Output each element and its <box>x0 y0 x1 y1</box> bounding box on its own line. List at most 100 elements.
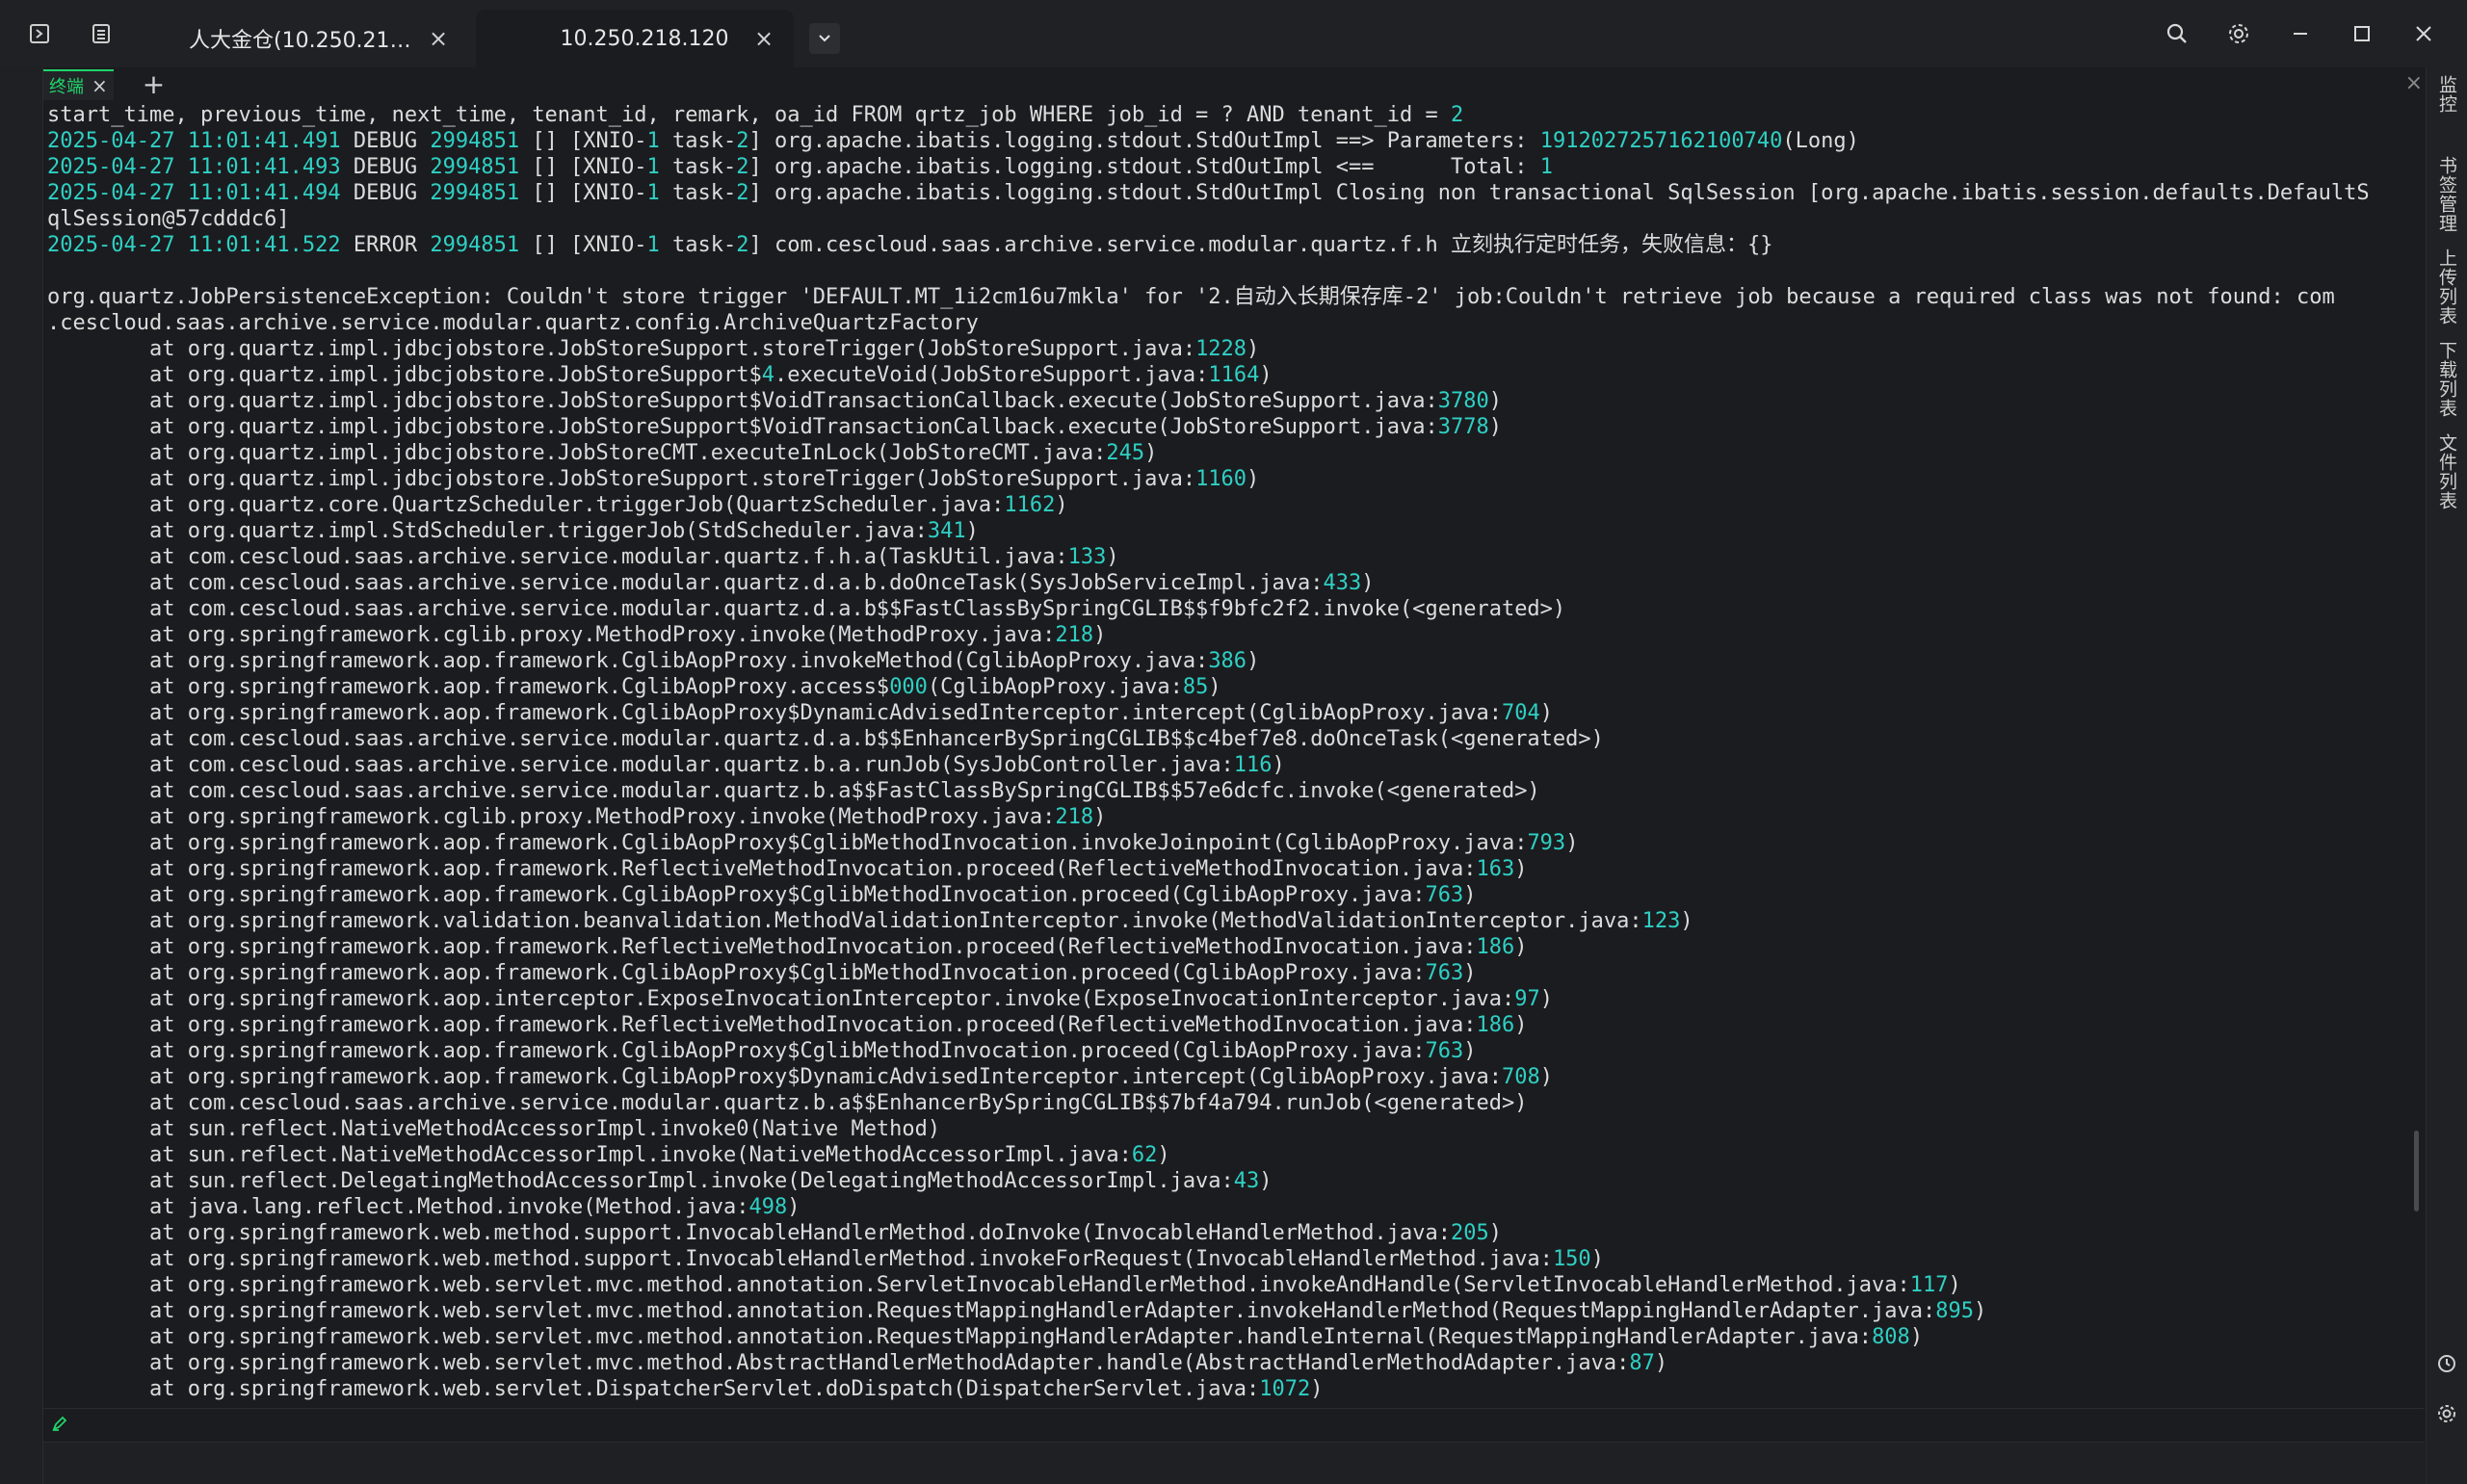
terminal-line: at org.springframework.aop.framework.Cgl… <box>43 1064 2423 1090</box>
close-icon[interactable] <box>2409 19 2438 48</box>
chevron-down-icon[interactable] <box>809 23 840 54</box>
terminal-text-segment: 87 <box>1629 1351 1655 1375</box>
tab-terminal[interactable]: 终端 × <box>43 69 114 100</box>
terminal-text-segment: 43 <box>1233 1169 1260 1193</box>
terminal-text-segment: at org.springframework.aop.interceptor.E… <box>47 987 1515 1011</box>
terminal-text-segment: ) <box>1654 1351 1668 1375</box>
terminal-text-segment: DEBUG <box>340 155 431 179</box>
search-icon[interactable] <box>2163 19 2191 48</box>
terminal-text-segment: .cescloud.saas.archive.service.modular.q… <box>47 311 979 335</box>
title-bar: 人大金仓(10.250.218.2... × 10.250.218.120 × <box>0 0 2467 67</box>
terminal-line: at org.springframework.aop.framework.Ref… <box>43 856 2423 882</box>
terminal-text-segment: 163 <box>1476 857 1515 881</box>
terminal-text-segment: at org.springframework.cglib.proxy.Metho… <box>47 805 1056 829</box>
terminal-text-segment: 2 <box>736 155 749 179</box>
terminal-line: at org.quartz.impl.jdbcjobstore.JobStore… <box>43 336 2423 362</box>
terminal-text-segment: at com.cescloud.saas.archive.service.mod… <box>47 779 1540 803</box>
terminal-text-segment: 1 <box>646 129 660 153</box>
terminal-text-segment: 763 <box>1425 961 1464 985</box>
terminal-text-segment: 2 <box>736 181 749 205</box>
terminal-text-segment: at org.quartz.impl.jdbcjobstore.JobStore… <box>47 415 1438 439</box>
terminal-line: qlSession@57cdddc6] <box>43 206 2423 232</box>
terminal-text-segment: at org.quartz.impl.jdbcjobstore.JobStore… <box>47 337 1196 361</box>
terminal-text-segment: ) <box>1909 1325 1924 1349</box>
terminal-line: at org.springframework.web.servlet.mvc.m… <box>43 1324 2423 1350</box>
tab-upload-list[interactable]: 上传列表 <box>2434 248 2460 325</box>
terminal-text-segment: 218 <box>1055 623 1094 647</box>
terminal-text-segment: ) <box>1208 675 1221 699</box>
terminal-text-segment: [] [XNIO- <box>519 155 647 179</box>
terminal-text-segment: ) <box>1247 467 1260 491</box>
terminal-line: at sun.reflect.NativeMethodAccessorImpl.… <box>43 1116 2423 1142</box>
terminal-text-segment: 1160 <box>1195 467 1247 491</box>
terminal-text-segment: 133 <box>1067 545 1107 569</box>
terminal-text-segment: task- <box>659 233 737 257</box>
terminal-text-segment: at org.springframework.aop.framework.Cgl… <box>47 675 890 699</box>
terminal-text-segment: at sun.reflect.DelegatingMethodAccessorI… <box>47 1169 1234 1193</box>
terminal-text-segment: at com.cescloud.saas.archive.service.mod… <box>47 571 1324 595</box>
tab-active-session[interactable]: 10.250.218.120 × <box>476 10 794 67</box>
terminal-line: at org.quartz.impl.jdbcjobstore.JobStore… <box>43 362 2423 388</box>
tab-kingbase-session[interactable]: 人大金仓(10.250.218.2... × <box>150 10 468 67</box>
terminal-text-segment: ) <box>1463 1039 1477 1063</box>
terminal-text-segment: (CglibAopProxy.java: <box>927 675 1183 699</box>
terminal-text-segment: at org.springframework.aop.framework.Cgl… <box>47 1065 1502 1089</box>
close-icon[interactable]: × <box>753 25 774 52</box>
terminal-text-segment: ) <box>1144 441 1158 465</box>
terminal-text-segment: 386 <box>1208 649 1247 673</box>
terminal-text-segment: 2 <box>736 233 749 257</box>
close-icon[interactable]: × <box>92 74 108 97</box>
terminal-text-segment: org.quartz.JobPersistenceException: Coul… <box>47 285 2335 309</box>
sidebar-toggle-icon[interactable] <box>25 19 54 48</box>
terminal-text-segment: 186 <box>1476 1013 1515 1037</box>
terminal-text-segment: 2025-04-27 11:01:41.491 <box>47 129 341 153</box>
terminal-text-segment: ) <box>1680 909 1693 933</box>
terminal-text-segment: ERROR <box>340 233 431 257</box>
left-rail <box>0 67 43 1484</box>
add-tab-button[interactable]: + <box>143 71 165 98</box>
terminal-text-segment: at org.quartz.impl.jdbcjobstore.JobStore… <box>47 467 1196 491</box>
terminal-text-segment: ) <box>1247 337 1260 361</box>
terminal-text-segment: 2994851 <box>430 233 520 257</box>
terminal-text-segment: 704 <box>1501 701 1540 725</box>
terminal-text-segment: 205 <box>1450 1221 1489 1245</box>
terminal-text-segment: ) <box>1488 1221 1502 1245</box>
terminal-text-segment: at org.springframework.aop.framework.Cgl… <box>47 701 1502 725</box>
close-icon[interactable]: × <box>2405 71 2423 95</box>
terminal-text-segment: ) <box>1361 571 1375 595</box>
terminal-line: 2025-04-27 11:01:41.522 ERROR 2994851 []… <box>43 232 2423 258</box>
tab-monitor[interactable]: 监控 <box>2434 75 2460 114</box>
history-icon[interactable] <box>2435 1352 2458 1375</box>
terminal-text-segment: 808 <box>1872 1325 1910 1349</box>
command-input-bar[interactable] <box>43 1408 2425 1442</box>
terminal-text-segment: ) <box>1310 1377 1324 1401</box>
terminal-line: at org.springframework.aop.framework.Cgl… <box>43 1038 2423 1064</box>
tab-download-list[interactable]: 下载列表 <box>2434 341 2460 418</box>
terminal-text-segment: qlSession@57cdddc6] <box>47 207 290 231</box>
terminal-text-segment: 1 <box>646 233 660 257</box>
terminal-text-segment: ) <box>1247 649 1260 673</box>
tab-terminal-label: 终端 <box>49 77 84 97</box>
gear-icon[interactable] <box>2435 1402 2458 1425</box>
terminal-output[interactable]: start_time, previous_time, next_time, te… <box>43 102 2423 1407</box>
right-side-panel: 监控 书签管理 上传列表 下载列表 文件列表 <box>2426 67 2467 1484</box>
tab-file-list[interactable]: 文件列表 <box>2434 433 2460 510</box>
minimize-icon[interactable] <box>2286 19 2315 48</box>
close-icon[interactable]: × <box>428 25 449 52</box>
tab-bookmarks[interactable]: 书签管理 <box>2434 156 2460 233</box>
session-list-icon[interactable] <box>87 19 116 48</box>
terminal-line: at org.quartz.impl.StdScheduler.triggerJ… <box>43 518 2423 544</box>
terminal-line: 2025-04-27 11:01:41.493 DEBUG 2994851 []… <box>43 154 2423 180</box>
terminal-text-segment: ) <box>1272 753 1285 777</box>
scrollbar-thumb[interactable] <box>2414 1131 2419 1211</box>
settings-icon[interactable] <box>2224 19 2253 48</box>
terminal-line: 2025-04-27 11:01:41.494 DEBUG 2994851 []… <box>43 180 2423 206</box>
terminal-text-segment: at org.quartz.impl.jdbcjobstore.JobStore… <box>47 441 1107 465</box>
terminal-text-segment: 2025-04-27 11:01:41.522 <box>47 233 341 257</box>
terminal-text-segment: ] com.cescloud.saas.archive.service.modu… <box>748 233 1773 257</box>
terminal-line: at com.cescloud.saas.archive.service.mod… <box>43 726 2423 752</box>
terminal-line: at org.quartz.impl.jdbcjobstore.JobStore… <box>43 440 2423 466</box>
maximize-icon[interactable] <box>2348 19 2376 48</box>
terminal-text-segment: ) <box>1463 883 1477 907</box>
